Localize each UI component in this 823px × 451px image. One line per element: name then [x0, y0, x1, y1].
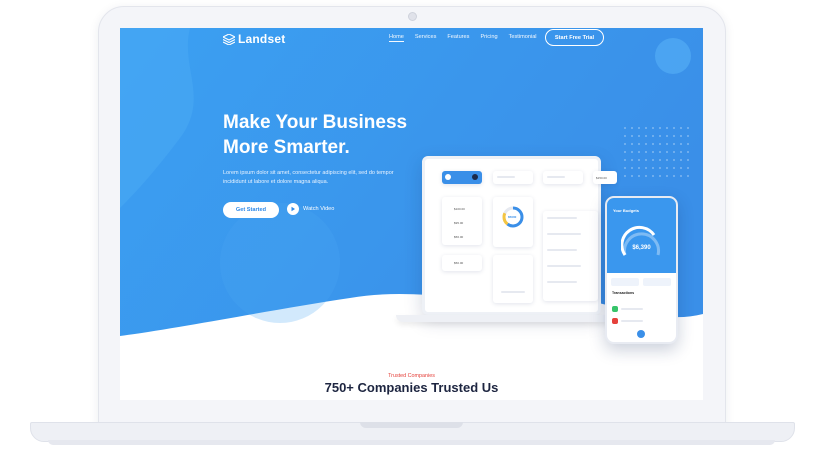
- logo[interactable]: Landset: [223, 32, 285, 46]
- chip-amount-4: $50.00: [454, 261, 464, 265]
- chip-avatar: [445, 174, 451, 180]
- phone-fab: [637, 330, 645, 338]
- chip-toggle-icon: [472, 174, 478, 180]
- subtext-line-2: incididunt ut labore et dolore magna ali…: [223, 179, 329, 185]
- chip-amount-1: $100.00: [454, 207, 465, 211]
- mockup-donut-card: $5000: [493, 197, 533, 247]
- chip-amount-0: $150.00: [596, 176, 607, 180]
- monitor-stand: [396, 315, 626, 322]
- start-free-trial-button[interactable]: Start Free Trial: [545, 29, 604, 46]
- phone-action-1: [611, 278, 639, 286]
- mockup-amount-chip: $150.00: [593, 171, 617, 184]
- nav-link-testimonial[interactable]: Testimonial: [509, 34, 537, 42]
- tx-icon-2: [612, 318, 618, 324]
- headline-line-2: More Smarter.: [223, 137, 350, 158]
- laptop-foot: [48, 440, 775, 445]
- subtext-line-1: Lorem ipsum dolor sit amet, consectetur …: [223, 170, 394, 176]
- hero-headline: Make Your Business More Smarter.: [223, 110, 443, 160]
- tx-icon-1: [612, 306, 618, 312]
- nav-link-home[interactable]: Home: [389, 34, 404, 42]
- phone-amount: $6,390: [632, 245, 651, 251]
- phone-transactions-label: Transactions: [612, 291, 635, 295]
- nav-link-pricing[interactable]: Pricing: [480, 34, 497, 42]
- mockup-small-amount: $50.00: [442, 255, 482, 271]
- mockup-list-card: [543, 211, 598, 301]
- phone-mockup: Your Budgets $6,390 Transactions: [605, 196, 678, 344]
- laptop-screen: Landset Home Services Features Pricing T…: [120, 28, 703, 400]
- trusted-title: 750+ Companies Trusted Us: [324, 380, 499, 395]
- dashboard-mockup: $150.00 $100.00 $95.00 $56.00 $5000 $50.…: [422, 156, 617, 315]
- mockup-wallet-list: $100.00 $95.00 $56.00: [442, 197, 482, 245]
- donut-value: $5000: [508, 215, 517, 219]
- nav-links: Home Services Features Pricing Testimoni…: [389, 34, 548, 42]
- get-started-button[interactable]: Get Started: [223, 202, 279, 218]
- phone-title: Your Budgets: [613, 208, 639, 213]
- mockup-select-1: [493, 171, 533, 184]
- logo-icon: [223, 33, 235, 45]
- trusted-kicker: Trusted Companies: [388, 373, 435, 379]
- laptop-notch: [360, 422, 463, 428]
- camera-dot: [408, 12, 417, 21]
- nav-link-services[interactable]: Services: [415, 34, 436, 42]
- logo-text: Landset: [238, 32, 286, 46]
- mockup-empty-card: [493, 255, 533, 303]
- hero-subtext: Lorem ipsum dolor sit amet, consectetur …: [223, 169, 413, 187]
- nav-link-features[interactable]: Features: [447, 34, 469, 42]
- navbar: Landset Home Services Features Pricing T…: [120, 28, 703, 50]
- chip-amount-2: $95.00: [454, 221, 464, 225]
- watch-video-button[interactable]: Watch Video: [287, 203, 334, 215]
- phone-action-2: [643, 278, 671, 286]
- mockup-select-2: [543, 171, 583, 184]
- chip-amount-3: $56.00: [454, 235, 464, 239]
- play-icon: [287, 203, 299, 215]
- watch-video-label: Watch Video: [303, 206, 335, 212]
- mockup-account-chip: [442, 171, 482, 184]
- headline-line-1: Make Your Business: [223, 112, 408, 133]
- budget-gauge: [621, 225, 660, 256]
